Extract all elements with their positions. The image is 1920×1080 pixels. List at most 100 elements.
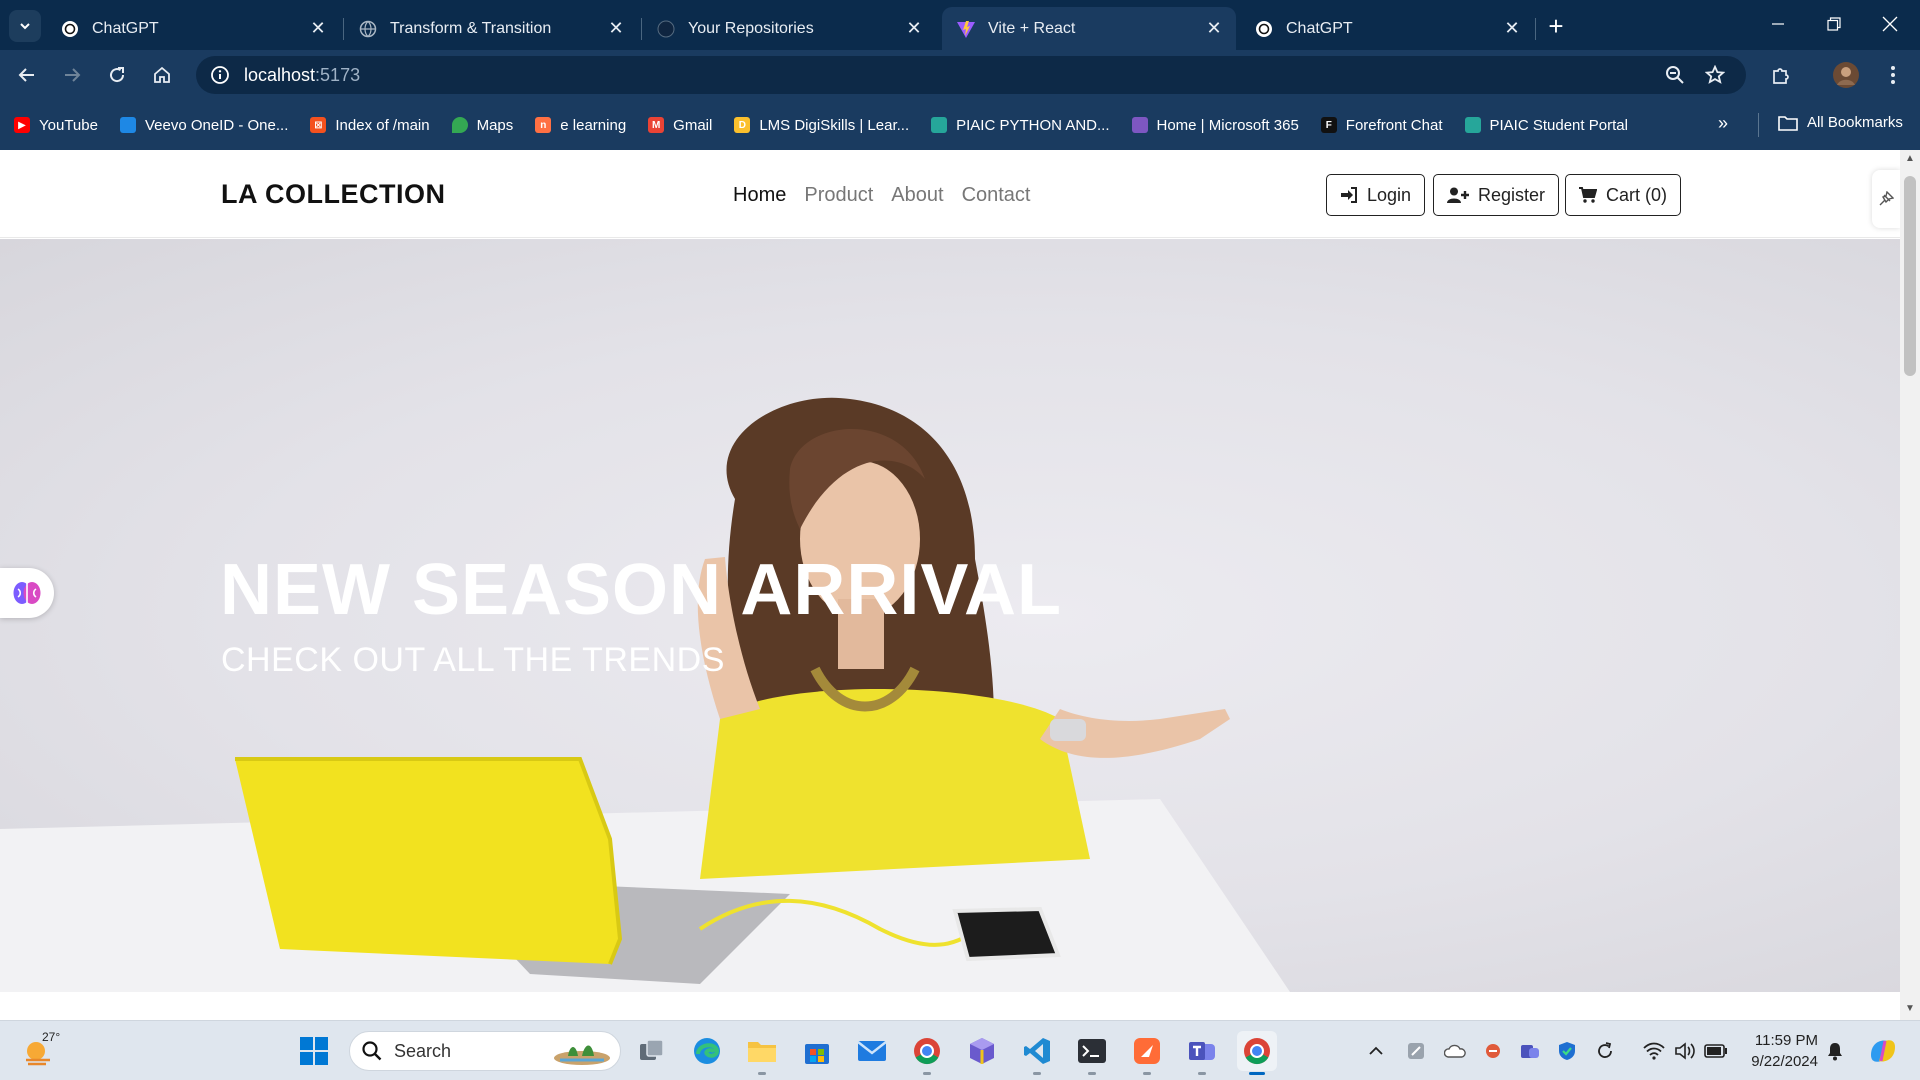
bookmark-lms[interactable]: D LMS DigiSkills | Lear... [734, 117, 909, 134]
bookmark-index-main[interactable]: ⊠ Index of /main [310, 117, 430, 134]
star-icon[interactable] [1703, 63, 1727, 87]
weather-widget[interactable]: 27° [22, 1030, 66, 1069]
nav-link-product[interactable]: Product [804, 184, 873, 207]
reload-button[interactable] [101, 59, 133, 91]
close-icon[interactable]: ✕ [1204, 18, 1224, 39]
close-window-button[interactable] [1862, 0, 1918, 48]
veevo-icon [119, 117, 136, 133]
edge-icon[interactable] [687, 1031, 727, 1071]
browser-tab-strip: ChatGPT ✕ Transform & Transition ✕ Your … [0, 0, 1920, 50]
bookmark-maps[interactable]: Maps [451, 117, 513, 134]
task-view-icon[interactable] [632, 1031, 672, 1071]
browser-tab[interactable]: Transform & Transition ✕ [344, 7, 638, 50]
login-button[interactable]: Login [1326, 174, 1426, 216]
copilot-icon[interactable] [1866, 1034, 1900, 1068]
address-bar[interactable]: localhost:5173 [196, 56, 1746, 94]
back-button[interactable] [11, 59, 43, 91]
taskbar-search[interactable]: Search [349, 1031, 621, 1071]
new-tab-button[interactable]: + [1541, 11, 1571, 41]
restore-button[interactable] [1806, 0, 1862, 48]
scroll-up-arrow[interactable]: ▲ [1905, 154, 1915, 164]
browser-tab-active[interactable]: Vite + React ✕ [942, 7, 1236, 50]
nav-link-about[interactable]: About [891, 184, 943, 207]
tab-search-button[interactable] [9, 10, 41, 42]
defender-icon[interactable] [1555, 1039, 1579, 1063]
minimize-button[interactable] [1750, 0, 1806, 48]
teams-tray-icon[interactable] [1518, 1039, 1542, 1063]
zoom-icon[interactable] [1663, 63, 1687, 87]
refresh-tray-icon[interactable] [1593, 1039, 1617, 1063]
close-icon[interactable]: ✕ [308, 18, 328, 39]
bookmark-piaic-portal[interactable]: PIAIC Student Portal [1464, 116, 1628, 134]
forefront-icon: F [1320, 117, 1337, 133]
close-icon[interactable]: ✕ [606, 18, 626, 39]
bookmark-label: YouTube [39, 116, 98, 134]
tab-title: Vite + React [988, 19, 1076, 37]
bookmark-elearning[interactable]: n e learning [535, 117, 626, 134]
vscode-icon[interactable] [1017, 1031, 1057, 1075]
site-brand[interactable]: LA COLLECTION [221, 179, 445, 210]
bookmark-label: PIAIC PYTHON AND... [956, 116, 1110, 134]
notification-bell-icon[interactable] [1823, 1039, 1847, 1063]
volume-icon[interactable] [1673, 1039, 1697, 1063]
file-explorer-icon[interactable] [742, 1031, 782, 1075]
browser-tab[interactable]: Your Repositories ✕ [642, 7, 936, 50]
forward-button[interactable] [56, 59, 88, 91]
minimize-icon [1772, 23, 1784, 25]
scroll-down-arrow[interactable]: ▼ [1905, 1004, 1915, 1014]
browser-tab[interactable]: ChatGPT ✕ [46, 7, 340, 50]
shopping-cart-icon [1579, 187, 1597, 203]
bookmark-label: PIAIC Student Portal [1489, 116, 1628, 134]
tray-app-icon[interactable] [1404, 1039, 1428, 1063]
browser-tab[interactable]: ChatGPT ✕ [1240, 7, 1534, 50]
arrow-left-icon [18, 68, 34, 82]
ai-assistant-widget[interactable] [0, 568, 54, 618]
nav-link-home[interactable]: Home [733, 184, 786, 207]
bookmark-piaic-python[interactable]: PIAIC PYTHON AND... [931, 116, 1110, 134]
bookmark-m365[interactable]: Home | Microsoft 365 [1131, 117, 1299, 134]
register-button[interactable]: Register [1433, 174, 1560, 216]
bookmark-gmail[interactable]: M Gmail [648, 117, 712, 134]
scrollbar-thumb[interactable] [1904, 176, 1916, 376]
chrome-active-icon[interactable] [1237, 1031, 1277, 1075]
extensions-button[interactable] [1765, 59, 1797, 91]
page-scrollbar[interactable]: ▲ ▼ [1900, 150, 1920, 1020]
side-panel-toggle[interactable] [1872, 170, 1900, 228]
reload-icon [110, 67, 125, 83]
chrome-icon[interactable] [907, 1031, 947, 1075]
youtube-icon: ▶ [14, 117, 30, 133]
mail-icon[interactable] [852, 1031, 892, 1071]
bookmark-youtube[interactable]: ▶ YouTube [14, 117, 98, 134]
chatgpt-icon [1254, 19, 1274, 39]
package-app-icon[interactable] [962, 1031, 1002, 1071]
browser-menu-button[interactable] [1877, 59, 1909, 91]
chevron-up-icon[interactable] [1364, 1039, 1388, 1063]
folder-icon [1778, 115, 1798, 131]
postman-icon[interactable] [1127, 1031, 1167, 1075]
bookmarks-overflow-button[interactable]: » [1718, 113, 1728, 134]
digiskills-icon: D [734, 117, 751, 133]
all-bookmarks-button[interactable]: All Bookmarks [1778, 114, 1903, 131]
microsoft-store-icon[interactable] [797, 1031, 837, 1071]
close-icon[interactable]: ✕ [1502, 18, 1522, 39]
onedrive-icon[interactable] [1443, 1039, 1467, 1063]
system-clock[interactable]: 11:59 PM 9/22/2024 [1742, 1030, 1818, 1072]
site-info-icon[interactable] [208, 63, 232, 87]
battery-icon[interactable] [1704, 1039, 1728, 1063]
wifi-icon[interactable] [1642, 1039, 1666, 1063]
piaic-icon [1464, 117, 1481, 133]
bookmark-label: LMS DigiSkills | Lear... [759, 116, 910, 134]
profile-avatar[interactable] [1830, 59, 1862, 91]
start-button[interactable] [294, 1031, 334, 1071]
home-button[interactable] [146, 59, 178, 91]
bookmark-veevo[interactable]: Veevo OneID - One... [119, 117, 288, 134]
nav-link-contact[interactable]: Contact [962, 184, 1031, 207]
tab-title: ChatGPT [1286, 19, 1353, 37]
bookmark-forefront[interactable]: F Forefront Chat [1320, 117, 1443, 134]
close-icon[interactable]: ✕ [904, 18, 924, 39]
teams-icon[interactable] [1182, 1031, 1222, 1075]
cart-button[interactable]: Cart (0) [1565, 174, 1682, 216]
tray-sync-icon[interactable] [1481, 1039, 1505, 1063]
terminal-icon[interactable] [1072, 1031, 1112, 1075]
close-icon [1882, 16, 1898, 32]
